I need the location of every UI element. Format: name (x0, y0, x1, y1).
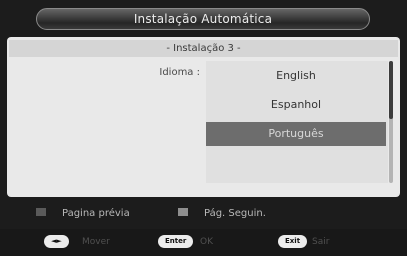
enter-key-icon: Enter (158, 235, 194, 248)
red-key-icon (36, 208, 46, 216)
language-option-espanhol[interactable]: Espanhol (206, 93, 386, 117)
language-option-portugues[interactable]: Português (206, 122, 386, 146)
page-title: Instalação Automática (36, 8, 370, 30)
scroll-thumb[interactable] (389, 61, 393, 119)
ok-hint: OK (200, 237, 213, 247)
move-hint: Mover (82, 237, 110, 247)
language-scrollbar[interactable] (389, 61, 393, 183)
language-option-english[interactable]: English (206, 64, 386, 88)
language-label: Idioma : (159, 67, 200, 78)
exit-key-icon: Exit (278, 235, 308, 248)
next-page-label: Pág. Seguin. (204, 208, 266, 219)
page-subtitle: - Instalação 3 - (9, 40, 398, 57)
arrow-keys-icon: ◄► (44, 235, 69, 248)
language-list: English Espanhol Português (206, 61, 388, 183)
next-page-legend[interactable]: Pág. Seguin. (178, 208, 266, 220)
exit-hint: Sair (312, 237, 330, 247)
green-key-icon (178, 208, 188, 216)
previous-page-label: Pagina prévia (62, 208, 130, 219)
previous-page-legend[interactable]: Pagina prévia (36, 208, 130, 220)
installation-screen: Instalação Automática - Instalação 3 - I… (0, 0, 407, 256)
key-hint-bar: ◄► Mover Enter OK Exit Sair (0, 229, 407, 256)
